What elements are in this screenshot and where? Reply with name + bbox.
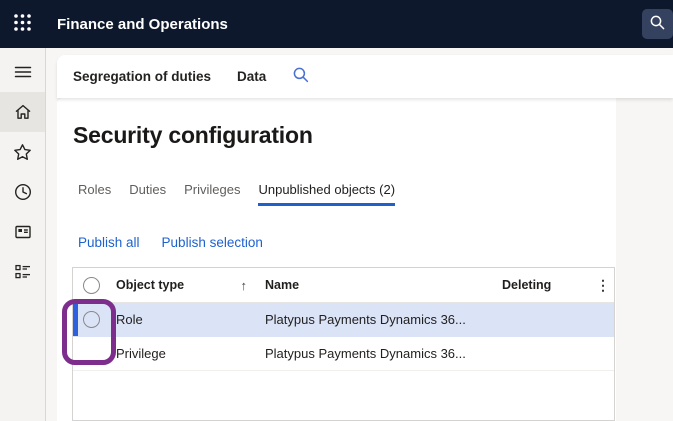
publish-selection-link[interactable]: Publish selection (162, 235, 263, 250)
navigation-strip: Segregation of duties Data (57, 55, 673, 98)
column-header-object-type[interactable]: Object type ↑ (109, 278, 259, 293)
selected-row-accent-bar (73, 303, 78, 336)
sidebar (0, 48, 46, 421)
sidebar-item-favorites[interactable] (0, 132, 45, 172)
topbar-search-button[interactable] (642, 9, 673, 39)
sidebar-item-recent[interactable] (0, 172, 45, 212)
content-card: Security configuration Roles Duties Priv… (57, 98, 616, 421)
sidebar-menu-button[interactable] (0, 52, 45, 92)
tab-unpublished-objects[interactable]: Unpublished objects (2) (258, 182, 395, 206)
workspace-icon (13, 222, 33, 242)
cell-object-type: Privilege (109, 346, 259, 361)
select-all-cell (73, 277, 109, 294)
home-icon (13, 102, 33, 122)
action-toolbar: Publish all Publish selection (78, 235, 263, 250)
tab-privileges[interactable]: Privileges (184, 182, 240, 206)
cell-name: Platypus Payments Dynamics 36... (259, 312, 490, 327)
top-bar: Finance and Operations (0, 0, 673, 48)
grid-header-row: Object type ↑ Name Deleting ⋮ (73, 268, 614, 303)
tab-duties[interactable]: Duties (129, 182, 166, 206)
nav-search-button[interactable] (292, 66, 310, 87)
sidebar-item-home[interactable] (0, 92, 45, 132)
tab-roles[interactable]: Roles (78, 182, 111, 206)
row-select-cell (73, 311, 109, 328)
hamburger-icon (13, 62, 33, 82)
modules-list-icon (13, 262, 33, 282)
cell-object-type: Role (109, 312, 259, 327)
grid-more-options-cell: ⋮ (592, 278, 614, 293)
publish-all-link[interactable]: Publish all (78, 235, 140, 250)
table-row-privilege[interactable]: Privilege Platypus Payments Dynamics 36.… (73, 337, 614, 371)
search-icon (649, 14, 666, 34)
table-row-role[interactable]: Role Platypus Payments Dynamics 36... (73, 303, 614, 337)
column-header-name[interactable]: Name (259, 278, 490, 292)
app-title: Finance and Operations (57, 16, 228, 33)
unpublished-objects-grid: Object type ↑ Name Deleting ⋮ Role Platy… (72, 267, 615, 421)
page-title: Security configuration (73, 122, 313, 149)
clock-icon (13, 182, 33, 202)
sidebar-item-workspaces[interactable] (0, 212, 45, 252)
more-options-icon[interactable]: ⋮ (596, 277, 610, 293)
nav-item-data[interactable]: Data (237, 69, 266, 84)
select-all-radio[interactable] (83, 277, 100, 294)
sort-ascending-icon: ↑ (241, 278, 248, 293)
sidebar-item-modules[interactable] (0, 252, 45, 292)
waffle-icon (13, 13, 32, 35)
nav-item-segregation-of-duties[interactable]: Segregation of duties (73, 69, 211, 84)
app-launcher-button[interactable] (13, 13, 32, 35)
column-header-deleting[interactable]: Deleting (490, 278, 592, 292)
row-select-radio[interactable] (83, 311, 100, 328)
nav-search-icon (292, 66, 310, 87)
tab-bar: Roles Duties Privileges Unpublished obje… (78, 182, 395, 206)
cell-name: Platypus Payments Dynamics 36... (259, 346, 490, 361)
star-icon (12, 142, 33, 163)
